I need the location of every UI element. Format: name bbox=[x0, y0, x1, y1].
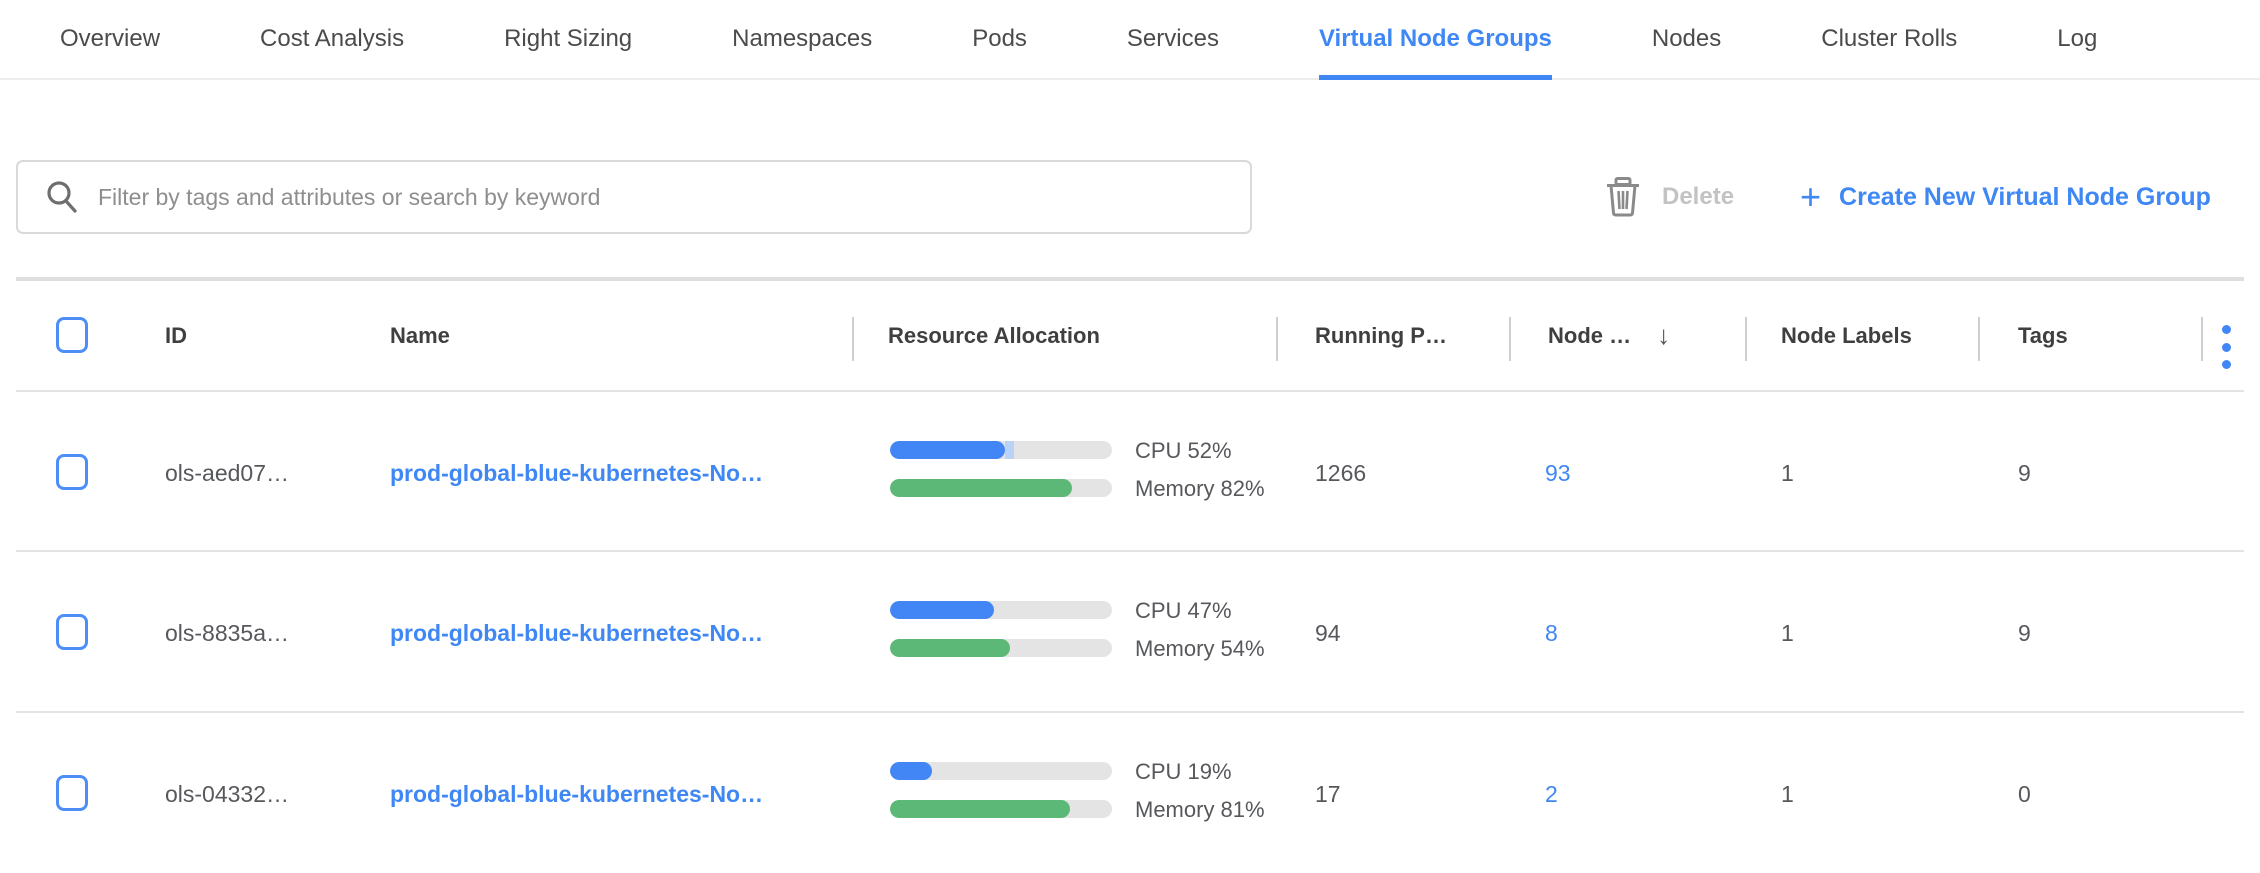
tab-overview[interactable]: Overview bbox=[60, 0, 160, 78]
tab-services[interactable]: Services bbox=[1127, 0, 1219, 78]
tab-cost-analysis[interactable]: Cost Analysis bbox=[260, 0, 404, 78]
node-labels-count: 1 bbox=[1781, 781, 1794, 808]
memory-usage-bar bbox=[890, 800, 1112, 818]
memory-usage-bar bbox=[890, 479, 1112, 497]
tab-bar: Overview Cost Analysis Right Sizing Name… bbox=[0, 0, 2260, 80]
column-tick bbox=[2201, 317, 2203, 361]
memory-usage-label: Memory 81% bbox=[1135, 797, 1265, 823]
column-header-running-pods[interactable]: Running P… bbox=[1315, 281, 1447, 390]
tab-right-sizing[interactable]: Right Sizing bbox=[504, 0, 632, 78]
tab-cluster-rolls[interactable]: Cluster Rolls bbox=[1821, 0, 1957, 78]
column-header-nodes-label: Node … bbox=[1548, 323, 1631, 349]
vng-id: ols-aed07… bbox=[165, 460, 289, 487]
table-row: ols-aed07… prod-global-blue-kubernetes-N… bbox=[16, 392, 2244, 552]
select-all-checkbox[interactable] bbox=[56, 317, 88, 353]
cpu-usage-bar bbox=[890, 762, 1112, 780]
tab-namespaces[interactable]: Namespaces bbox=[732, 0, 872, 78]
sort-descending-icon[interactable]: ↓ bbox=[1657, 320, 1670, 351]
memory-usage-bar bbox=[890, 639, 1112, 657]
vng-id: ols-8835a… bbox=[165, 620, 289, 647]
kebab-menu-icon[interactable] bbox=[2220, 325, 2232, 369]
trash-icon bbox=[1606, 177, 1640, 217]
table-header-row: ID Name Resource Allocation Running P… N… bbox=[16, 281, 2244, 390]
filter-search-box[interactable] bbox=[16, 160, 1252, 234]
search-icon bbox=[44, 179, 80, 215]
tab-nodes[interactable]: Nodes bbox=[1652, 0, 1721, 78]
column-header-node-labels[interactable]: Node Labels bbox=[1781, 281, 1912, 390]
virtual-node-groups-table: ID Name Resource Allocation Running P… N… bbox=[16, 277, 2244, 842]
plus-icon: + bbox=[1800, 179, 1821, 215]
column-tick bbox=[1745, 317, 1747, 361]
search-input[interactable] bbox=[98, 184, 1198, 211]
cpu-usage-bar bbox=[890, 441, 1112, 459]
running-pods-count: 1266 bbox=[1315, 460, 1366, 487]
row-checkbox[interactable] bbox=[56, 614, 88, 650]
row-checkbox[interactable] bbox=[56, 775, 88, 811]
delete-button[interactable]: Delete bbox=[1606, 160, 1734, 234]
table-row: ols-04332… prod-global-blue-kubernetes-N… bbox=[16, 713, 2244, 873]
nodes-count-link[interactable]: 8 bbox=[1545, 620, 1558, 647]
column-header-tags[interactable]: Tags bbox=[2018, 281, 2068, 390]
cpu-usage-bar bbox=[890, 601, 1112, 619]
row-checkbox[interactable] bbox=[56, 454, 88, 490]
cpu-usage-label: CPU 19% bbox=[1135, 759, 1232, 785]
table-row: ols-8835a… prod-global-blue-kubernetes-N… bbox=[16, 552, 2244, 712]
node-labels-count: 1 bbox=[1781, 620, 1794, 647]
column-tick bbox=[1978, 317, 1980, 361]
column-header-nodes[interactable]: Node … ↓ bbox=[1548, 281, 1670, 390]
memory-usage-label: Memory 82% bbox=[1135, 476, 1265, 502]
vng-name-link[interactable]: prod-global-blue-kubernetes-No… bbox=[390, 620, 763, 647]
column-header-resource-allocation[interactable]: Resource Allocation bbox=[888, 281, 1100, 390]
running-pods-count: 17 bbox=[1315, 781, 1341, 808]
nodes-count-link[interactable]: 2 bbox=[1545, 781, 1558, 808]
tags-count: 0 bbox=[2018, 781, 2031, 808]
tab-virtual-node-groups[interactable]: Virtual Node Groups bbox=[1319, 0, 1552, 78]
tags-count: 9 bbox=[2018, 460, 2031, 487]
node-labels-count: 1 bbox=[1781, 460, 1794, 487]
tags-count: 9 bbox=[2018, 620, 2031, 647]
running-pods-count: 94 bbox=[1315, 620, 1341, 647]
create-button-label: Create New Virtual Node Group bbox=[1839, 183, 2211, 212]
column-tick bbox=[852, 317, 854, 361]
tab-pods[interactable]: Pods bbox=[972, 0, 1027, 78]
column-tick bbox=[1276, 317, 1278, 361]
delete-button-label: Delete bbox=[1662, 183, 1734, 211]
nodes-count-link[interactable]: 93 bbox=[1545, 460, 1571, 487]
memory-usage-label: Memory 54% bbox=[1135, 636, 1265, 662]
column-tick bbox=[1509, 317, 1511, 361]
create-new-virtual-node-group-button[interactable]: + Create New Virtual Node Group bbox=[1800, 160, 2211, 234]
vng-name-link[interactable]: prod-global-blue-kubernetes-No… bbox=[390, 781, 763, 808]
vng-id: ols-04332… bbox=[165, 781, 289, 808]
vng-name-link[interactable]: prod-global-blue-kubernetes-No… bbox=[390, 460, 763, 487]
tab-log[interactable]: Log bbox=[2057, 0, 2097, 78]
cpu-usage-label: CPU 47% bbox=[1135, 598, 1232, 624]
cpu-usage-label: CPU 52% bbox=[1135, 438, 1232, 464]
column-header-name[interactable]: Name bbox=[390, 281, 450, 390]
column-header-id[interactable]: ID bbox=[165, 281, 187, 390]
